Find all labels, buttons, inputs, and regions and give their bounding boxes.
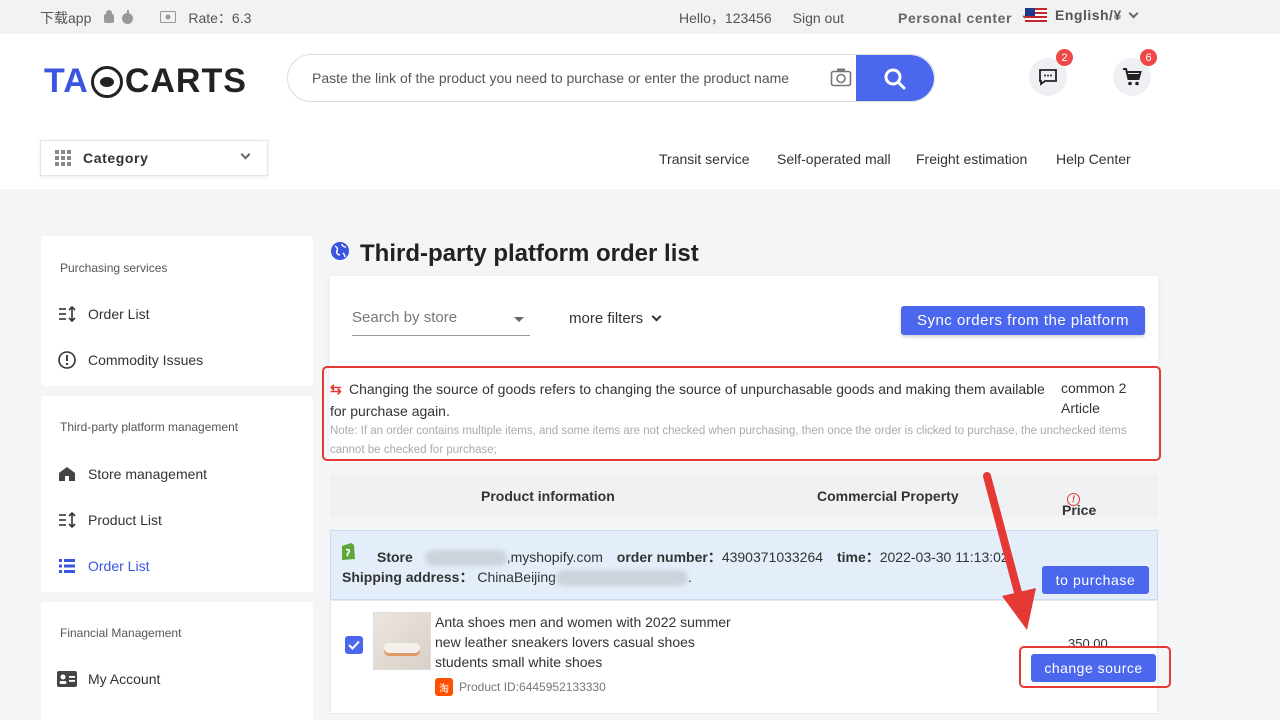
more-filters-label: more filters <box>569 310 644 327</box>
sort-icon <box>56 510 78 530</box>
list-icon <box>56 556 78 576</box>
grid-icon <box>55 150 71 166</box>
panda-mascot-icon <box>90 65 123 98</box>
sidebar-item-label: Order List <box>88 306 150 322</box>
store-domain: ,myshopify.com <box>506 549 603 565</box>
sort-icon <box>56 304 78 324</box>
change-source-highlight-box <box>1019 646 1171 688</box>
android-icon[interactable] <box>103 9 115 27</box>
sidebar-section-title: Purchasing services <box>60 261 168 275</box>
globe-icon <box>330 240 350 268</box>
search-bar <box>287 54 935 102</box>
search-button[interactable] <box>856 55 934 101</box>
more-filters-toggle[interactable]: more filters <box>569 310 662 327</box>
filter-panel: Search by store more filters Sync orders… <box>330 276 1158 366</box>
personal-center-menu[interactable]: Personal center <box>876 10 1033 26</box>
product-id: Product ID:6445952133330 <box>459 680 606 694</box>
sidebar-financial-management: Financial Management My Account <box>41 602 313 720</box>
sidebar-section-title: Third-party platform management <box>60 420 239 434</box>
sidebar-third-party-management: Third-party platform management Store ma… <box>41 396 313 592</box>
notice-highlight-box <box>322 366 1161 461</box>
sidebar-item-third-party-order-list[interactable]: Order List <box>56 556 149 576</box>
store-icon <box>56 464 78 484</box>
sidebar-item-label: Product List <box>88 512 162 528</box>
column-product-information: Product information <box>481 488 615 504</box>
messages-badge: 2 <box>1056 49 1073 66</box>
chevron-down-icon <box>651 311 662 322</box>
sidebar-item-order-list[interactable]: Order List <box>56 304 149 324</box>
product-thumbnail[interactable] <box>373 612 431 670</box>
order-number: 4390371033264 <box>721 549 824 565</box>
language-label: English/¥ <box>1055 7 1122 23</box>
personal-center-label: Personal center <box>898 10 1013 26</box>
product-id-line: 淘 Product ID:6445952133330 <box>435 678 606 696</box>
language-selector[interactable]: English/¥ <box>1025 7 1139 23</box>
warning-circle-icon <box>56 350 78 370</box>
messages-button[interactable]: 2 <box>1029 49 1073 96</box>
page-title-text: Third-party platform order list <box>360 240 699 267</box>
sidebar-purchasing-services: Purchasing services Order List Commodity… <box>41 236 313 386</box>
sidebar-item-product-list[interactable]: Product List <box>56 510 162 530</box>
nav-self-operated-mall[interactable]: Self-operated mall <box>777 151 891 167</box>
sidebar-item-label: Order List <box>88 558 150 574</box>
us-flag-icon <box>1025 8 1047 22</box>
apple-icon[interactable] <box>121 9 134 27</box>
order-number-label: order number： <box>616 549 722 565</box>
shipping-address: ChinaBeijing <box>477 569 556 585</box>
nav-freight-estimation[interactable]: Freight estimation <box>916 151 1027 167</box>
taobao-icon: 淘 <box>435 678 453 696</box>
site-logo[interactable]: TA CARTS <box>44 62 247 101</box>
sidebar-item-my-account[interactable]: My Account <box>56 669 160 689</box>
order-shipping-line: Shipping address： ChinaBeijing. <box>342 569 692 587</box>
cart-button[interactable]: 6 <box>1113 49 1157 96</box>
account-card-icon <box>56 669 78 689</box>
nav-help-center[interactable]: Help Center <box>1056 151 1131 167</box>
sidebar-item-label: Store management <box>88 466 208 482</box>
chat-icon <box>1039 69 1057 86</box>
top-utility-bar: 下载app Rate：6.3 Hello，123456 Sign out Per… <box>0 0 1280 34</box>
redacted-store-name <box>424 550 507 567</box>
cart-icon <box>1123 68 1142 86</box>
store-search-select[interactable]: Search by store <box>352 304 530 336</box>
cart-badge: 6 <box>1140 49 1157 66</box>
caret-down-icon <box>514 317 524 322</box>
search-icon <box>884 68 906 90</box>
site-header: TA CARTS 2 6 Category Transit service Se… <box>0 34 1280 189</box>
nav-transit-service[interactable]: Transit service <box>659 151 750 167</box>
product-name[interactable]: Anta shoes men and women with 2022 summe… <box>435 612 735 672</box>
product-checkbox[interactable] <box>345 636 363 654</box>
page-title: Third-party platform order list <box>330 240 699 268</box>
sign-out-link[interactable]: Sign out <box>793 10 844 26</box>
sidebar-item-label: Commodity Issues <box>88 352 204 368</box>
check-icon <box>348 640 360 650</box>
chevron-down-icon <box>240 149 251 160</box>
redacted-address <box>555 570 688 587</box>
order-store-line: Store ,myshopify.com order number：439037… <box>377 547 1009 567</box>
download-app-link[interactable]: 下载app <box>40 8 91 28</box>
red-arrow-annotation <box>983 472 1036 630</box>
shopify-icon <box>339 541 357 564</box>
search-input[interactable] <box>312 55 832 101</box>
order-time-label: time： <box>836 549 880 565</box>
sidebar-item-label: My Account <box>88 671 161 687</box>
currency-icon <box>160 10 177 26</box>
sidebar-section-title: Financial Management <box>60 626 182 640</box>
chevron-down-icon <box>1128 8 1139 18</box>
column-commercial-property: Commercial Property <box>817 488 959 504</box>
sidebar-item-store-management[interactable]: Store management <box>56 464 207 484</box>
shipping-label: Shipping address： <box>342 569 474 585</box>
column-price: Price! <box>1062 493 1097 518</box>
store-label: Store <box>377 549 413 565</box>
exchange-rate: Rate：6.3 <box>188 10 252 26</box>
greeting-text: Hello，123456 <box>679 10 772 26</box>
store-select-placeholder: Search by store <box>352 309 458 326</box>
camera-icon[interactable] <box>830 67 852 92</box>
sidebar-item-commodity-issues[interactable]: Commodity Issues <box>56 350 203 370</box>
to-purchase-button[interactable]: to purchase <box>1042 566 1149 594</box>
category-label: Category <box>83 150 149 166</box>
sync-orders-button[interactable]: Sync orders from the platform <box>901 306 1145 335</box>
category-dropdown[interactable]: Category <box>40 140 268 176</box>
